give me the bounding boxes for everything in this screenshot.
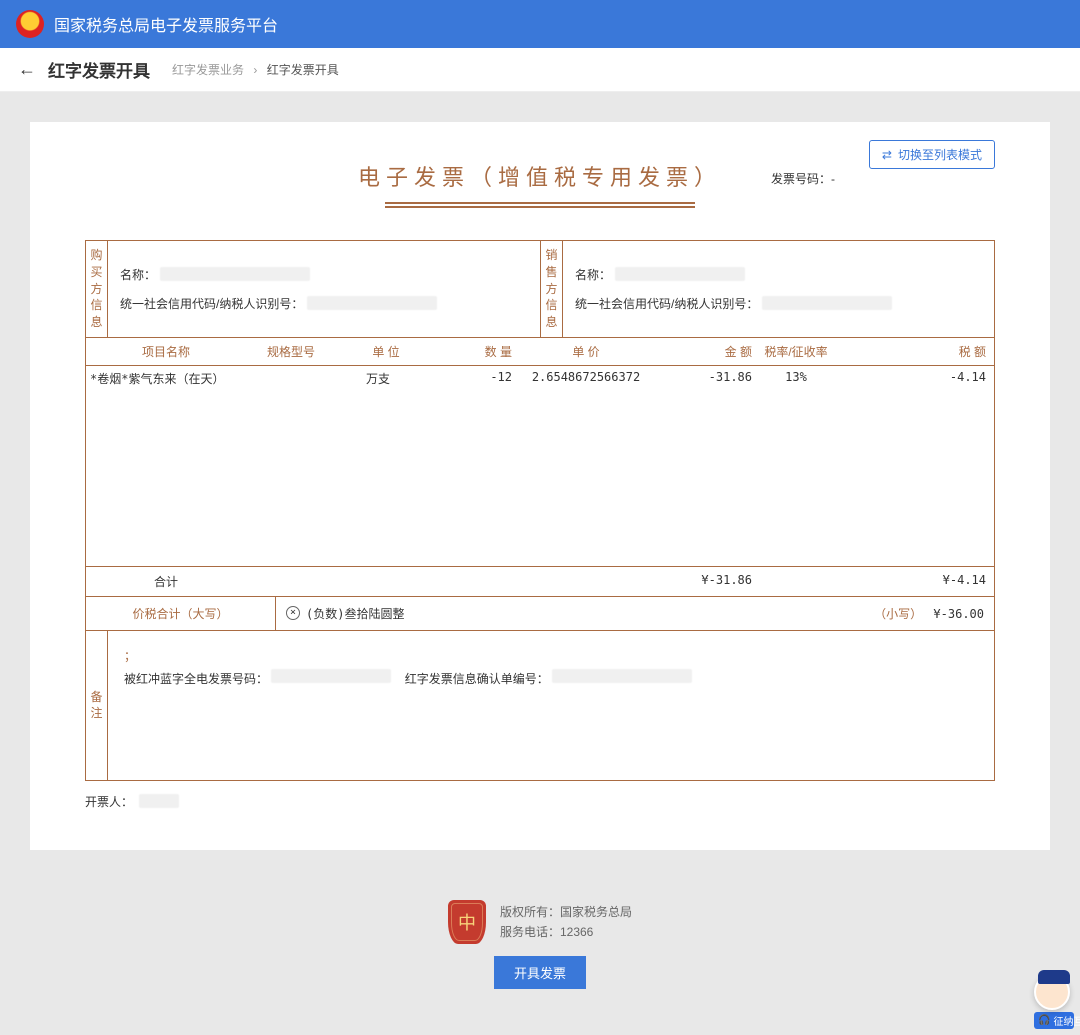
invoice-card: ⇄ 切换至列表模式 发票号码：- 电子发票（增值税专用发票） 购买方信息 名称：… xyxy=(30,122,1050,850)
swap-icon: ⇄ xyxy=(882,148,892,162)
invoice-frame: 购买方信息 名称： 统一社会信用代码/纳税人识别号： 销售方信息 名称： 统一社… xyxy=(85,240,995,781)
confirm-no-value xyxy=(552,669,692,683)
buyer-section: 购买方信息 名称： 统一社会信用代码/纳税人识别号： xyxy=(86,241,540,337)
buyer-name-value xyxy=(160,267,310,281)
items-header: 项目名称 规格型号 单 位 数 量 单 价 金 额 税率/征收率 税 额 xyxy=(86,337,994,366)
page-title: 红字发票开具 xyxy=(48,57,150,82)
seller-name-value xyxy=(615,267,745,281)
switch-list-mode-button[interactable]: ⇄ 切换至列表模式 xyxy=(869,140,995,169)
assistant-avatar[interactable]: 🎧征纳互 xyxy=(1034,974,1074,1029)
footer-copyright: 版权所有：国家税务总局 xyxy=(500,902,632,922)
page-footer: 中 版权所有：国家税务总局 服务电话：12366 开具发票 xyxy=(0,880,1080,1019)
issue-invoice-button[interactable]: 开具发票 xyxy=(494,956,586,989)
breadcrumb-bar: ← 红字发票开具 红字发票业务 › 红字发票开具 xyxy=(0,48,1080,92)
back-arrow-icon[interactable]: ← xyxy=(18,59,36,80)
issuer-row: 开票人： xyxy=(85,793,995,810)
breadcrumb-trail: 红字发票业务 › 红字发票开具 xyxy=(172,61,339,78)
grand-total-words: (负数)叁拾陆圆整 xyxy=(306,605,404,622)
chevron-right-icon: › xyxy=(253,63,257,77)
buyer-label: 购买方信息 xyxy=(86,241,108,337)
subtotal-row: 合计 ¥-31.86 ¥-4.14 xyxy=(86,566,994,596)
invoice-number: 发票号码：- xyxy=(771,170,835,187)
seal-mark-icon: × xyxy=(286,606,300,620)
remark-section: 备注 ； 被红冲蓝字全电发票号码： 红字发票信息确认单编号： xyxy=(86,630,994,780)
breadcrumb-current: 红字发票开具 xyxy=(267,63,339,77)
footer-hotline: 服务电话：12366 xyxy=(500,922,632,942)
platform-title: 国家税务总局电子发票服务平台 xyxy=(54,12,278,36)
grand-total-row: 价税合计（大写） × (负数)叁拾陆圆整 （小写） ¥-36.00 xyxy=(86,596,994,630)
tax-emblem-icon xyxy=(16,10,44,38)
issuer-value xyxy=(139,794,179,808)
seller-label: 销售方信息 xyxy=(541,241,563,337)
top-header: 国家税务总局电子发票服务平台 xyxy=(0,0,1080,48)
item-row: *卷烟*紫气东来（在天） 万支 -12 2.6548672566372 -31.… xyxy=(86,366,994,391)
buyer-taxid-value xyxy=(307,296,437,310)
breadcrumb-business[interactable]: 红字发票业务 xyxy=(172,63,244,77)
seller-section: 销售方信息 名称： 统一社会信用代码/纳税人识别号： xyxy=(540,241,994,337)
grand-total-small: ¥-36.00 xyxy=(933,607,984,621)
invoice-title: 电子发票（增值税专用发票） xyxy=(85,160,995,192)
items-body: *卷烟*紫气东来（在天） 万支 -12 2.6548672566372 -31.… xyxy=(86,366,994,566)
tax-shield-icon: 中 xyxy=(448,900,486,944)
seller-taxid-value xyxy=(762,296,892,310)
blue-invoice-no-value xyxy=(271,669,391,683)
title-underline xyxy=(385,202,695,208)
headset-icon: 🎧 xyxy=(1038,1015,1050,1026)
